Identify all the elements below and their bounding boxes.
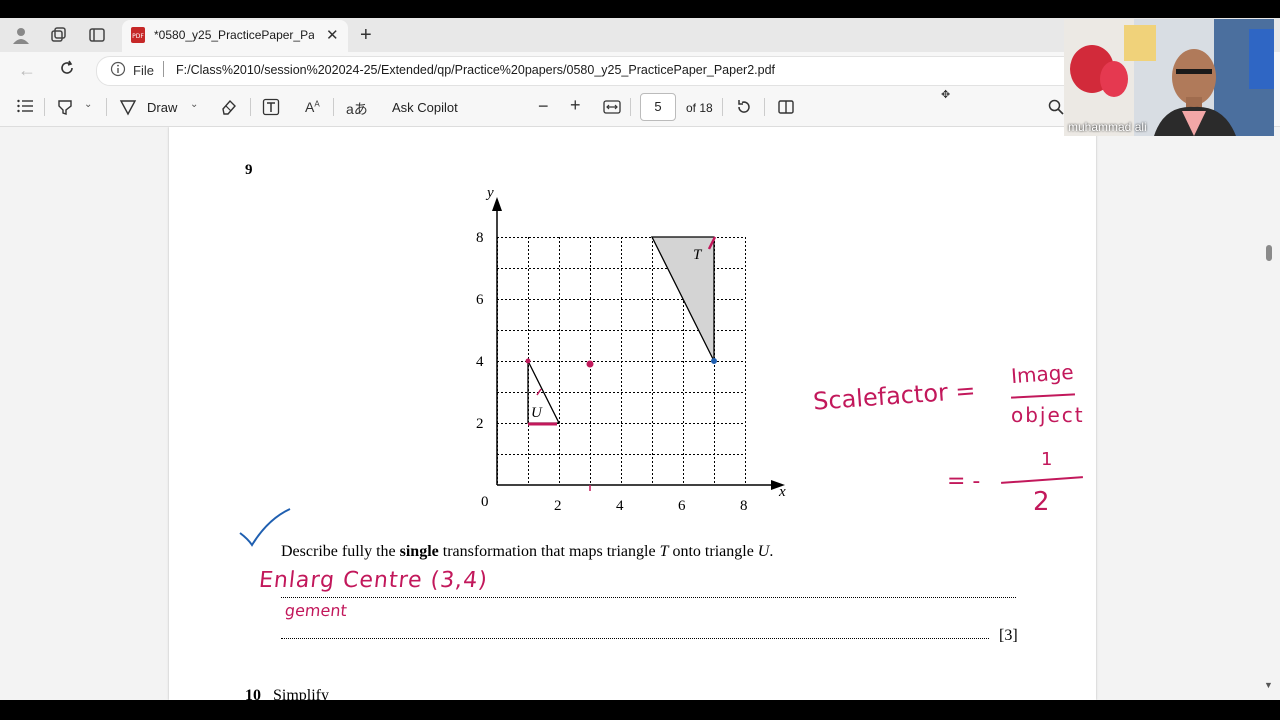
pdf-viewer[interactable]: 9 x y 0 2 4 6 8 2 4 6 8 T U Describe ful…: [0, 127, 1280, 700]
draw-button[interactable]: Draw: [147, 100, 177, 115]
x-tick-label: 2: [554, 498, 562, 514]
question-number: 9: [245, 162, 253, 178]
toolbar-separator: [764, 98, 765, 116]
next-question-text: Simplify: [273, 687, 330, 700]
read-aloud-icon[interactable]: AA: [305, 99, 320, 115]
y-tick-label: 4: [476, 354, 484, 370]
contents-icon[interactable]: [17, 99, 33, 118]
y-tick-label: 6: [476, 292, 484, 308]
question-text: Describe fully the single transformation…: [281, 543, 773, 561]
cursor-icon: ✥: [941, 89, 951, 101]
pdf-file-icon: PDF: [130, 27, 146, 48]
toolbar-separator: [722, 98, 723, 116]
zoom-out-icon[interactable]: −: [538, 96, 549, 117]
handwritten-answer-line-1: Enlarg Centre (3,4): [257, 568, 490, 593]
close-tab-icon[interactable]: ✕: [326, 26, 339, 44]
refresh-icon[interactable]: [58, 59, 76, 82]
participant-name: muhammad ali: [1068, 120, 1147, 134]
draw-pen-icon[interactable]: [119, 98, 137, 121]
url-text[interactable]: F:/Class%2010/session%202024-25/Extended…: [176, 63, 775, 77]
pdf-page: 9 x y 0 2 4 6 8 2 4 6 8 T U Describe ful…: [169, 127, 1096, 700]
handwritten-result-prefix: = -: [947, 469, 981, 494]
handwritten-fraction-bottom: object: [1011, 403, 1085, 427]
bottom-black-bar: [0, 700, 1280, 720]
y-axis-label: y: [485, 185, 494, 201]
x-tick-label: 4: [616, 498, 624, 514]
tab-title: *0580_y25_PracticePaper_Paper2.pdf: [154, 28, 314, 42]
url-scheme-label: File: [133, 63, 154, 78]
webcam-person-image: [1064, 19, 1274, 136]
search-icon[interactable]: [1047, 98, 1065, 121]
toolbar-separator: [630, 98, 631, 116]
svg-text:PDF: PDF: [132, 33, 144, 40]
handwritten-answer-line-2: gement: [284, 601, 348, 620]
y-tick-label: 8: [476, 230, 484, 246]
next-question-number: 10: [245, 687, 261, 700]
question-end: .: [769, 543, 774, 560]
origin-label: 0: [481, 494, 489, 510]
tab-actions-icon[interactable]: [88, 26, 106, 49]
question-mid: onto triangle: [668, 543, 758, 560]
answer-line: [281, 597, 1016, 598]
y-tick-label: 2: [476, 416, 484, 432]
profile-icon[interactable]: [12, 26, 30, 49]
fraction-bar: [1010, 393, 1076, 399]
vertical-scrollbar[interactable]: [1262, 127, 1280, 700]
add-text-icon[interactable]: [262, 98, 280, 121]
page-number-input[interactable]: 5: [640, 93, 676, 121]
chevron-down-icon[interactable]: ⌄: [190, 99, 198, 110]
webcam-video: muhammad ali: [1064, 19, 1274, 136]
handwritten-result-numerator: 1: [1041, 449, 1053, 470]
scroll-down-arrow-icon[interactable]: ▼: [1264, 680, 1273, 690]
rotate-icon[interactable]: [735, 98, 753, 121]
answer-line: [281, 638, 989, 639]
x-tick-label: 6: [678, 498, 686, 514]
page-total-label: of 18: [686, 101, 713, 115]
highlight-icon[interactable]: [56, 98, 74, 121]
handwritten-result-denominator: 2: [1033, 487, 1050, 517]
scrollbar-thumb[interactable]: [1266, 245, 1272, 261]
toolbar-separator: [250, 98, 251, 116]
coordinate-grid-graph: x y 0 2 4 6 8 2 4 6 8 T U: [476, 185, 786, 514]
handwritten-fraction-top: Image: [1010, 359, 1075, 389]
ask-copilot-button[interactable]: Ask Copilot: [392, 100, 458, 115]
top-black-bar: [0, 0, 1280, 18]
question-suffix: transformation that maps triangle: [438, 543, 660, 560]
triangle-u-label: U: [531, 405, 543, 421]
toolbar-separator: [106, 98, 107, 116]
chevron-down-icon[interactable]: ⌄: [84, 99, 92, 110]
triangle-u-ref: U: [757, 543, 770, 560]
new-tab-icon[interactable]: +: [360, 24, 372, 47]
zoom-in-icon[interactable]: +: [570, 95, 581, 116]
question-prefix: Describe fully the: [281, 543, 400, 560]
next-question: 10 Simplify: [245, 687, 329, 700]
page-view-icon[interactable]: [777, 98, 795, 121]
info-icon[interactable]: [110, 61, 126, 82]
toolbar-separator: [333, 98, 334, 116]
result-fraction-bar: [1001, 476, 1083, 484]
translate-icon[interactable]: aあ: [346, 99, 368, 119]
marks-label: [3]: [999, 627, 1018, 644]
url-separator: [163, 61, 164, 77]
fit-width-icon[interactable]: [603, 99, 621, 120]
toolbar-separator: [44, 98, 45, 116]
eraser-icon[interactable]: [220, 98, 238, 121]
x-axis-label: x: [778, 484, 786, 500]
workspaces-icon[interactable]: [49, 26, 67, 49]
back-icon[interactable]: ←: [18, 60, 36, 81]
question-bold-word: single: [399, 543, 439, 560]
x-tick-label: 8: [740, 498, 748, 514]
